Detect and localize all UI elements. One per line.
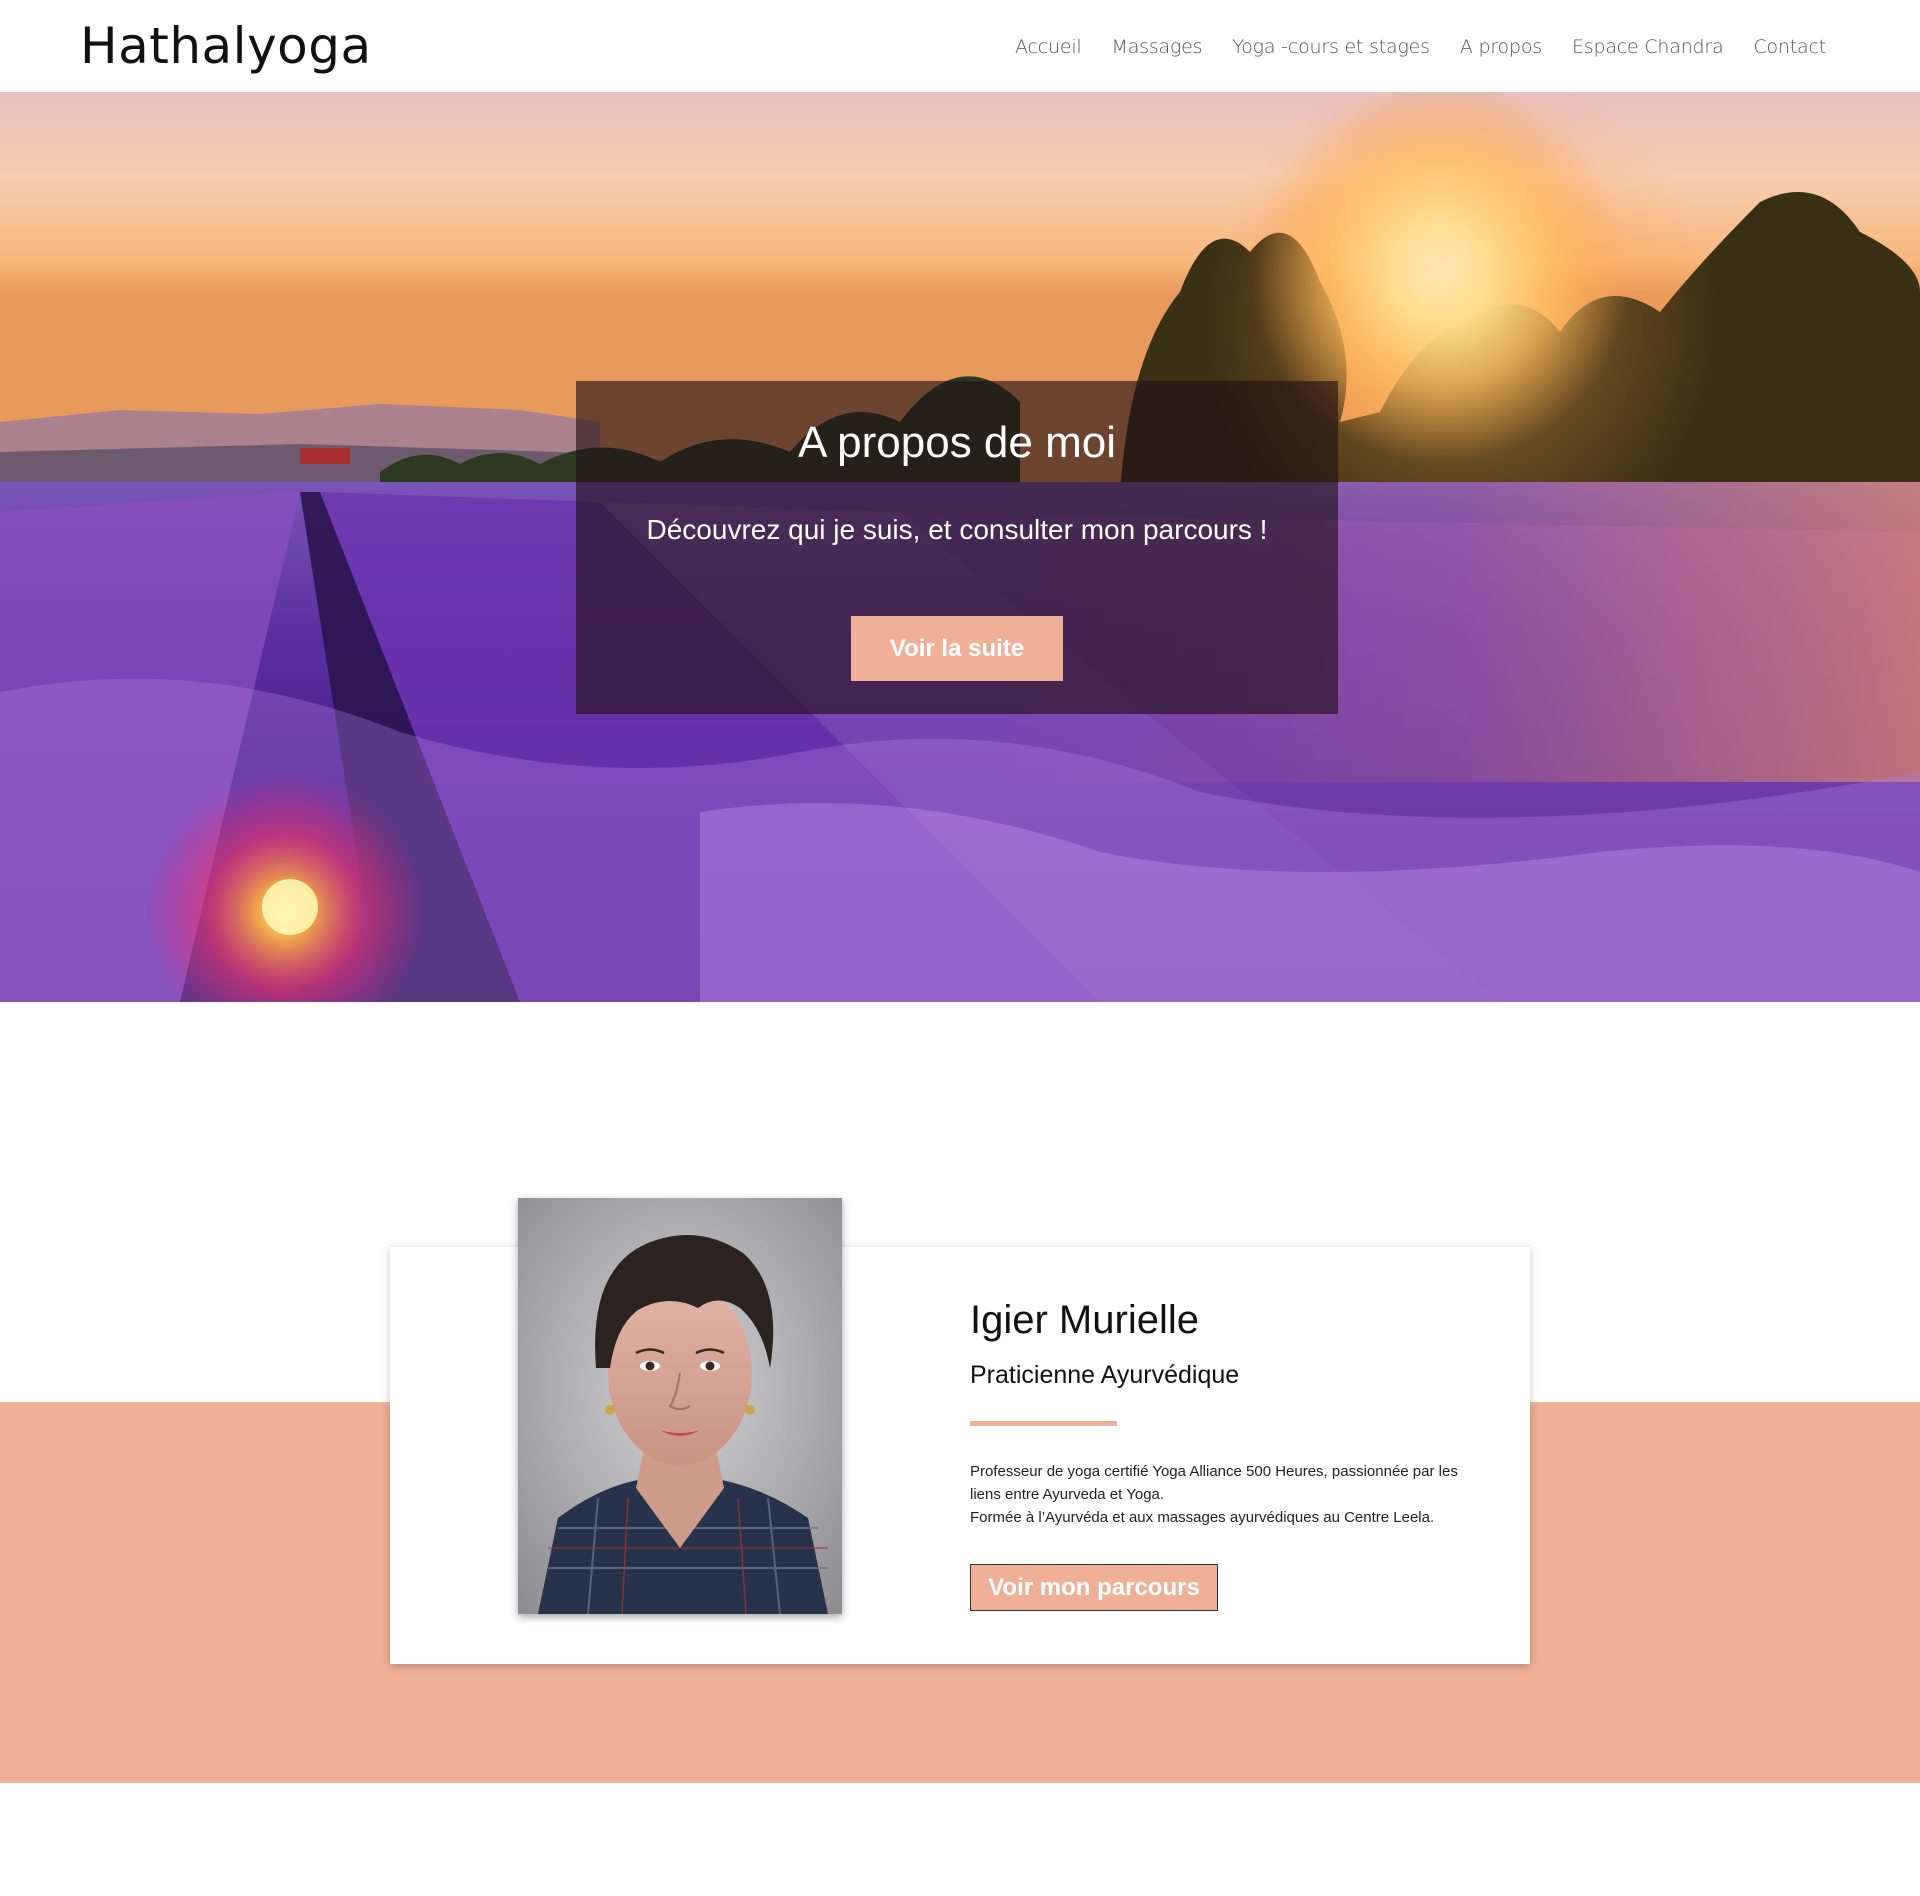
voir-la-suite-button[interactable]: Voir la suite: [851, 616, 1063, 681]
nav-item-contact[interactable]: Contact: [1753, 32, 1826, 62]
hero-title: A propos de moi: [798, 418, 1116, 467]
nav-item-a-propos[interactable]: A propos: [1460, 32, 1542, 62]
nav-item-yoga[interactable]: Yoga -cours et stages: [1232, 32, 1430, 62]
nav-item-massages[interactable]: Massages: [1112, 32, 1203, 62]
section-divider: [970, 1421, 1117, 1426]
profile-description-line: Professeur de yoga certifié Yoga Allianc…: [970, 1463, 1458, 1503]
profile-name: Igier Murielle: [970, 1298, 1199, 1342]
profile-role: Praticienne Ayurvédique: [970, 1361, 1240, 1389]
site-logo[interactable]: Hathalyoga: [80, 16, 372, 76]
profile-description-line: Formée à l’Ayurvéda et aux massages ayur…: [970, 1509, 1435, 1526]
nav-item-accueil[interactable]: Accueil: [1015, 32, 1082, 62]
profile-description: Professeur de yoga certifié Yoga Allianc…: [970, 1460, 1470, 1529]
profile-photo: [518, 1198, 842, 1614]
main-nav: Accueil Massages Yoga -cours et stages A…: [1015, 32, 1826, 62]
site-header: Hathalyoga Accueil Massages Yoga -cours …: [0, 0, 1920, 92]
portrait-image: [518, 1198, 842, 1614]
voir-mon-parcours-button[interactable]: Voir mon parcours: [970, 1564, 1218, 1611]
hero-subtitle: Découvrez qui je suis, et consulter mon …: [646, 514, 1268, 545]
hero-overlay-box: A propos de moi Découvrez qui je suis, e…: [576, 381, 1338, 714]
nav-item-espace-chandra[interactable]: Espace Chandra: [1572, 32, 1724, 62]
hero-section: A propos de moi Découvrez qui je suis, e…: [0, 92, 1920, 1002]
